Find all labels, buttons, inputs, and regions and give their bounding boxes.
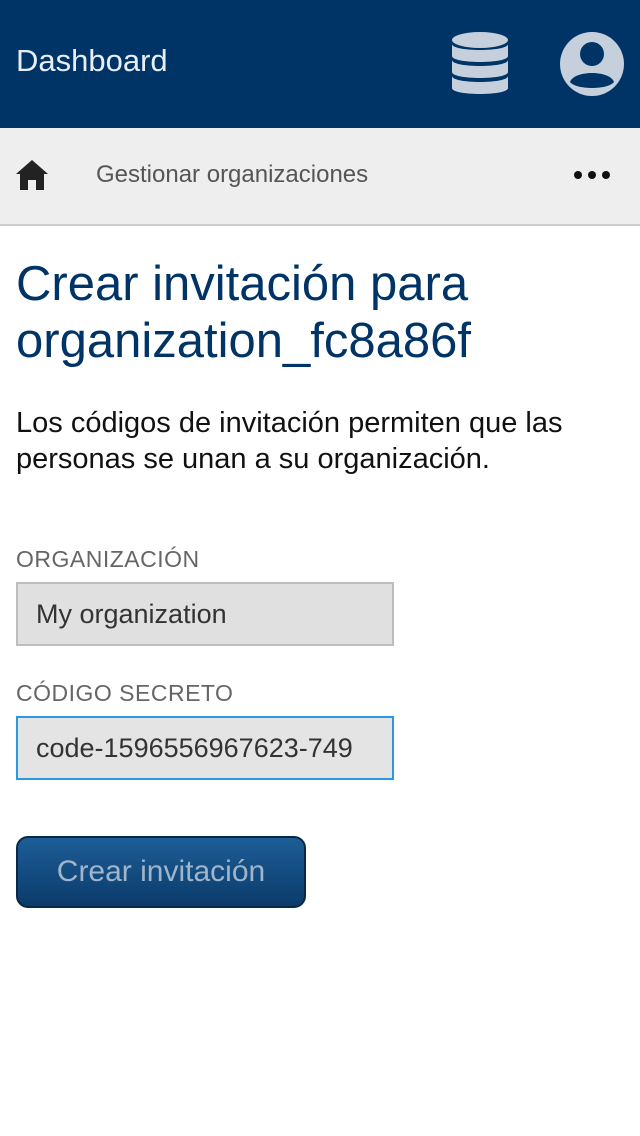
- database-button[interactable]: [446, 30, 514, 100]
- more-horizontal-icon: [574, 171, 610, 179]
- breadcrumb-manage-organizations[interactable]: Gestionar organizaciones: [96, 161, 368, 189]
- organization-field[interactable]: [16, 582, 394, 646]
- home-icon: [16, 160, 48, 190]
- secret-code-label: CÓDIGO SECRETO: [16, 680, 234, 706]
- home-button[interactable]: [12, 156, 52, 194]
- breadcrumb-bar: Gestionar organizaciones: [0, 128, 640, 226]
- intro-text: Los códigos de invitación permiten que l…: [16, 407, 563, 475]
- top-app-bar: Dashboard: [0, 0, 640, 128]
- page-title: Crear invitación para organization_fc8a8…: [16, 257, 471, 368]
- create-invitation-button[interactable]: Crear invitación: [16, 836, 306, 908]
- account-button[interactable]: [556, 28, 628, 100]
- dashboard-title-link[interactable]: Dashboard: [16, 43, 168, 79]
- more-options-button[interactable]: [568, 160, 616, 190]
- organization-label: ORGANIZACIÓN: [16, 546, 200, 572]
- database-icon: [452, 32, 508, 94]
- account-circle-icon: [560, 32, 624, 96]
- secret-code-field[interactable]: [16, 716, 394, 780]
